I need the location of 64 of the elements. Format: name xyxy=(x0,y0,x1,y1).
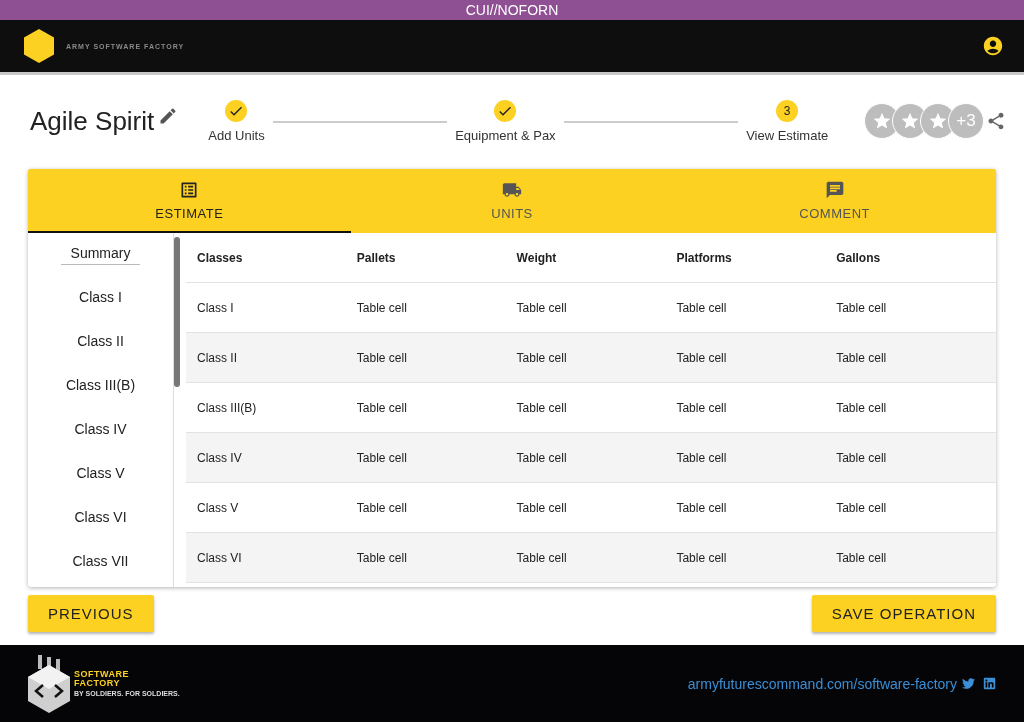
software-factory-logo-icon xyxy=(28,654,70,713)
twitter-icon[interactable] xyxy=(962,677,975,690)
table-cell-text: Table cell xyxy=(356,300,408,315)
website-link[interactable]: armyfuturescommand.com/software-factory xyxy=(687,675,957,692)
table-cell-text: Table cell xyxy=(516,450,568,465)
table-cell-text: Table cell xyxy=(676,400,728,415)
table-cell-text: Class I xyxy=(197,300,235,315)
table-cell-text: Table cell xyxy=(356,550,408,565)
more-avatars-count: +3 xyxy=(948,103,984,139)
sidebar-item[interactable]: Class VII xyxy=(62,553,139,573)
table-cell-text: Table cell xyxy=(836,450,888,465)
sidebar-item[interactable]: Class VI xyxy=(64,509,137,529)
table-cell-text: Class III(B) xyxy=(197,400,258,415)
table-cell-text: Table cell xyxy=(516,500,568,515)
comment-icon xyxy=(824,179,845,200)
table-cell-text: Table cell xyxy=(516,300,568,315)
sidebar-item[interactable]: Class IV xyxy=(64,421,137,441)
table-cell-text: Class VI xyxy=(197,550,243,565)
table-cell-text: Table cell xyxy=(676,450,728,465)
sidebar-item[interactable]: Class I xyxy=(69,289,132,309)
logo-text: FACTORY xyxy=(74,679,121,688)
sidebar-item[interactable]: Class II xyxy=(67,333,134,353)
save-operation-button[interactable]: SAVE OPERATION xyxy=(811,595,996,632)
share-icon[interactable] xyxy=(986,111,1006,131)
classification-banner: CUI//NOFORN xyxy=(0,0,1024,20)
table-cell-text: Table cell xyxy=(356,500,408,515)
previous-button[interactable]: PREVIOUS xyxy=(28,595,154,632)
sidebar-item[interactable]: Summary xyxy=(60,245,141,265)
linkedin-icon[interactable] xyxy=(983,677,996,690)
table-cell-text: Class V xyxy=(197,500,240,515)
column-header: Classes xyxy=(197,250,244,265)
column-header: Platforms xyxy=(676,250,733,265)
table-cell-text: Table cell xyxy=(356,350,408,365)
table-cell-text: Table cell xyxy=(356,450,408,465)
column-header: Pallets xyxy=(356,250,397,265)
table-cell-text: Table cell xyxy=(676,300,728,315)
table-cell-text: Table cell xyxy=(356,400,408,415)
logo-text: SOFTWARE xyxy=(74,670,130,679)
scrollbar-thumb[interactable] xyxy=(174,237,180,387)
table-cell-text: Table cell xyxy=(516,550,568,565)
table-cell-text: Table cell xyxy=(836,300,888,315)
step-indicator: 3 xyxy=(776,99,799,122)
table-cell-text: Table cell xyxy=(516,350,568,365)
table-cell-text: Table cell xyxy=(836,400,888,415)
table-cell-text: Table cell xyxy=(836,350,888,365)
column-header: Weight xyxy=(516,250,558,265)
column-header: Gallons xyxy=(836,250,882,265)
table-cell-text: Table cell xyxy=(676,350,728,365)
step-label: Add Units xyxy=(208,127,265,143)
table-cell-text: Class II xyxy=(197,350,238,365)
table-cell-text: Class IV xyxy=(197,450,243,465)
table-cell-text: Table cell xyxy=(676,500,728,515)
sidebar-item[interactable]: Class III(B) xyxy=(55,377,146,397)
table-cell-text: Table cell xyxy=(836,550,888,565)
table-cell-text: Table cell xyxy=(836,500,888,515)
table-cell-text: Table cell xyxy=(676,550,728,565)
step-label: View Estimate xyxy=(746,127,829,143)
step-label: Equipment & Pax xyxy=(455,127,556,143)
account-icon[interactable] xyxy=(982,35,1004,57)
operation-title: Agile Spirit xyxy=(30,105,155,137)
sidebar-item[interactable]: Class V xyxy=(66,465,135,485)
table-cell-text: Table cell xyxy=(516,400,568,415)
tab[interactable]: ESTIMATE xyxy=(28,169,351,233)
hexagon-logo-icon xyxy=(24,29,54,63)
